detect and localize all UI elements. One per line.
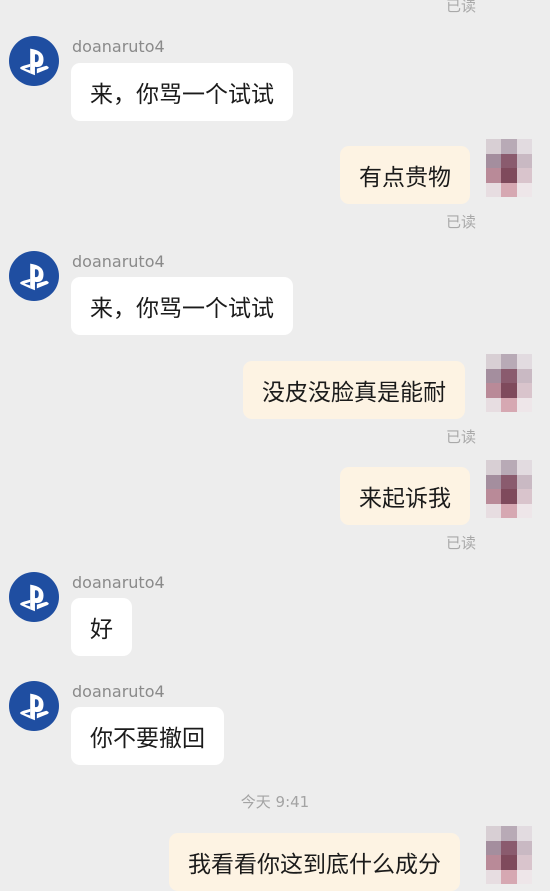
avatar-tile [486,489,502,504]
my-avatar[interactable] [486,460,532,518]
avatar-tile [486,855,502,870]
avatar-tile [501,840,517,855]
avatar-tile [486,460,502,475]
avatar-tile [501,182,517,197]
avatar-tile [516,840,532,855]
message-bubble-outgoing[interactable]: 没皮没脸真是能耐 [243,361,465,419]
avatar-tile [501,383,517,398]
avatar-tile [516,460,532,475]
avatar-tile [516,139,532,154]
avatar-tile [501,489,517,504]
read-receipt: 已读 [446,213,477,231]
avatar-tile [486,840,502,855]
sender-name: doanaruto4 [72,37,165,56]
avatar-tile [516,869,532,884]
message-text: 来，你骂一个试试 [90,296,274,322]
avatar-tile [501,368,517,383]
sender-name: doanaruto4 [72,252,165,271]
sender-name: doanaruto4 [72,682,165,701]
avatar-tile [501,139,517,154]
message-text: 有点贵物 [359,165,451,191]
avatar-tile [486,397,502,412]
message-bubble-outgoing[interactable]: 来起诉我 [340,467,470,525]
avatar-tile [501,855,517,870]
contact-avatar[interactable] [9,36,59,86]
message-text: 来，你骂一个试试 [90,82,274,108]
avatar-tile [486,826,502,841]
avatar-tile [516,368,532,383]
avatar-tile [516,855,532,870]
avatar-tile [501,869,517,884]
avatar-tile [486,474,502,489]
avatar-tile [516,168,532,183]
sender-name: doanaruto4 [72,573,165,592]
avatar-tile [486,869,502,884]
avatar-tile [516,182,532,197]
message-bubble-incoming[interactable]: 来，你骂一个试试 [71,277,293,335]
read-receipt: 已读 [446,534,477,552]
avatar-tile [516,826,532,841]
my-avatar[interactable] [486,139,532,197]
avatar-tile [501,826,517,841]
message-bubble-incoming[interactable]: 好 [71,598,132,656]
message-bubble-incoming[interactable]: 你不要撤回 [71,707,224,765]
message-bubble-incoming[interactable]: 来，你骂一个试试 [71,63,293,121]
avatar-tile [516,503,532,518]
avatar-tile [516,397,532,412]
avatar-tile [516,153,532,168]
avatar-tile [486,168,502,183]
avatar-tile [516,383,532,398]
avatar-tile [516,489,532,504]
avatar-tile [501,397,517,412]
avatar-tile [501,474,517,489]
avatar-tile [501,503,517,518]
contact-avatar[interactable] [9,681,59,731]
timestamp: 今天 9:41 [240,793,310,811]
avatar-tile [501,354,517,369]
avatar-tile [486,139,502,154]
playstation-logo-icon [20,48,49,76]
contact-avatar[interactable] [9,251,59,301]
message-text: 来起诉我 [359,486,451,512]
avatar-tile [486,503,502,518]
read-receipt: 已读 [446,428,477,446]
message-text: 你不要撤回 [90,726,205,752]
avatar-tile [516,474,532,489]
avatar-tile [486,368,502,383]
avatar-tile [486,182,502,197]
avatar-tile [486,383,502,398]
playstation-logo-icon [20,263,49,291]
message-bubble-outgoing[interactable]: 我看看你这到底什么成分 [169,833,460,891]
playstation-logo-icon [20,693,49,721]
playstation-logo-icon [20,584,49,612]
message-bubble-outgoing[interactable]: 有点贵物 [340,146,470,204]
avatar-tile [486,153,502,168]
avatar-tile [501,168,517,183]
avatar-tile [501,153,517,168]
avatar-tile [501,460,517,475]
read-receipt: 已读 [446,0,477,15]
message-text: 我看看你这到底什么成分 [188,852,441,878]
my-avatar[interactable] [486,354,532,412]
message-text: 没皮没脸真是能耐 [262,380,446,406]
message-text: 好 [90,617,113,643]
avatar-tile [486,354,502,369]
avatar-tile [516,354,532,369]
my-avatar[interactable] [486,826,532,884]
contact-avatar[interactable] [9,572,59,622]
